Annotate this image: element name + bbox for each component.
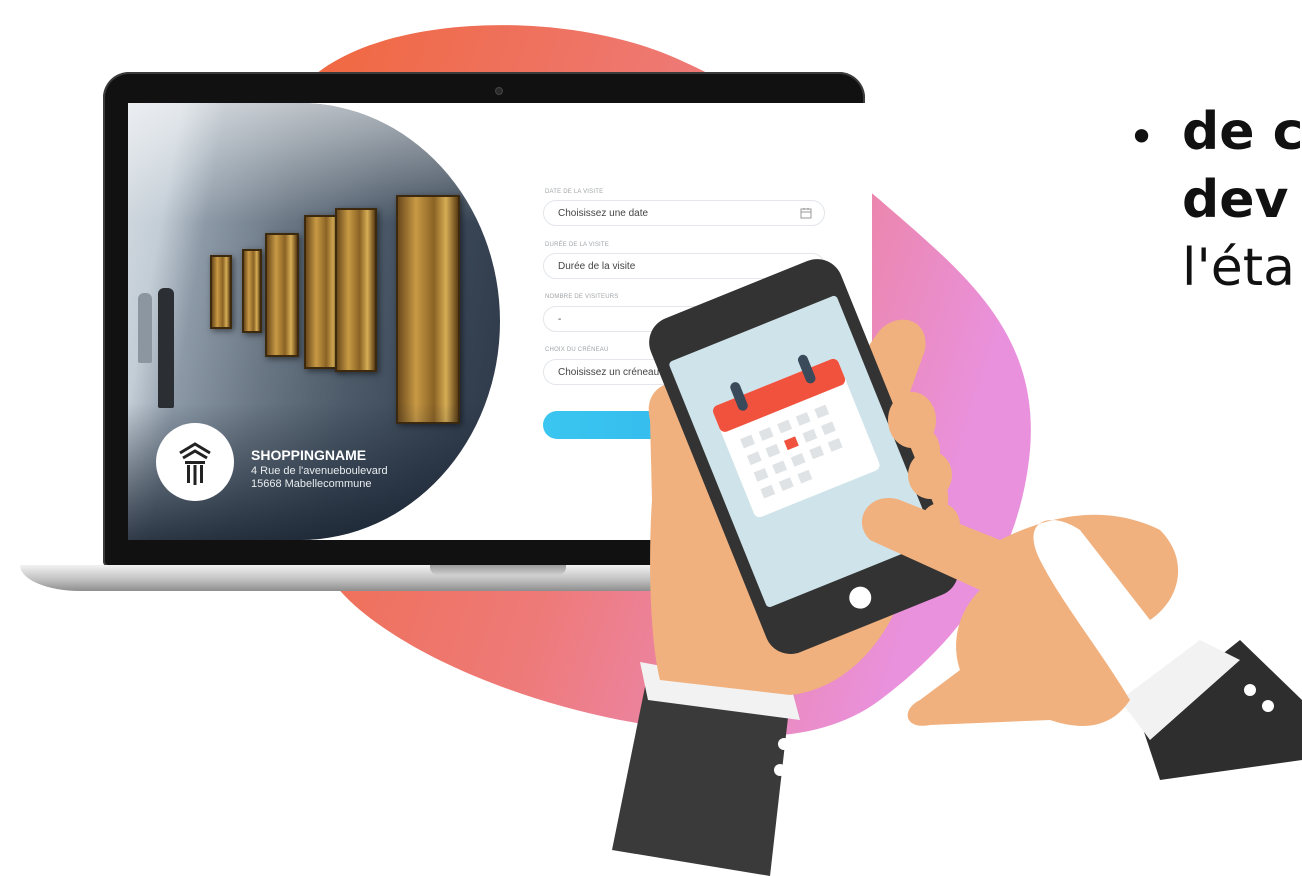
cuff-button <box>774 764 786 776</box>
cuff-button <box>778 738 790 750</box>
headline-bullet: • <box>1128 110 1156 164</box>
headline-line1: de c <box>1182 102 1302 162</box>
hand-phone-illustration <box>612 259 1302 876</box>
right-hand <box>861 498 1179 726</box>
left-finger <box>908 451 952 499</box>
cuff-button <box>1262 700 1274 712</box>
headline-line3: l'éta <box>1182 238 1295 298</box>
headline-line2: dev <box>1182 170 1289 230</box>
cuff-button <box>1244 684 1256 696</box>
left-finger <box>888 392 936 448</box>
